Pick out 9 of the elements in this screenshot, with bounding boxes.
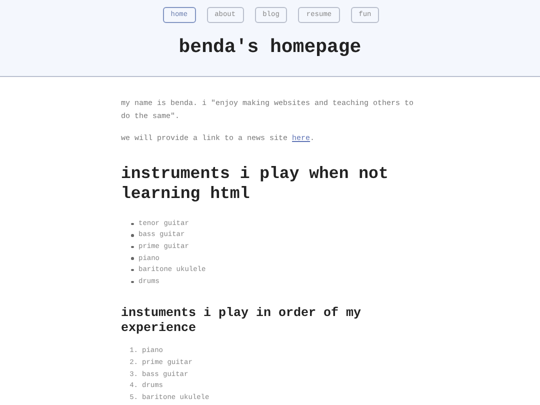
site-title: benda's homepage xyxy=(178,36,362,58)
bullet-icon xyxy=(131,222,134,226)
bullet-icon xyxy=(131,280,134,284)
bullet-icon xyxy=(131,246,134,248)
bullet-icon xyxy=(131,257,134,260)
bullet-icon xyxy=(131,268,134,272)
bullet-icon xyxy=(131,234,134,237)
section-heading: instruments i play when not learning html xyxy=(121,164,390,204)
section-heading: instuments i play in order of my experience xyxy=(121,306,362,336)
